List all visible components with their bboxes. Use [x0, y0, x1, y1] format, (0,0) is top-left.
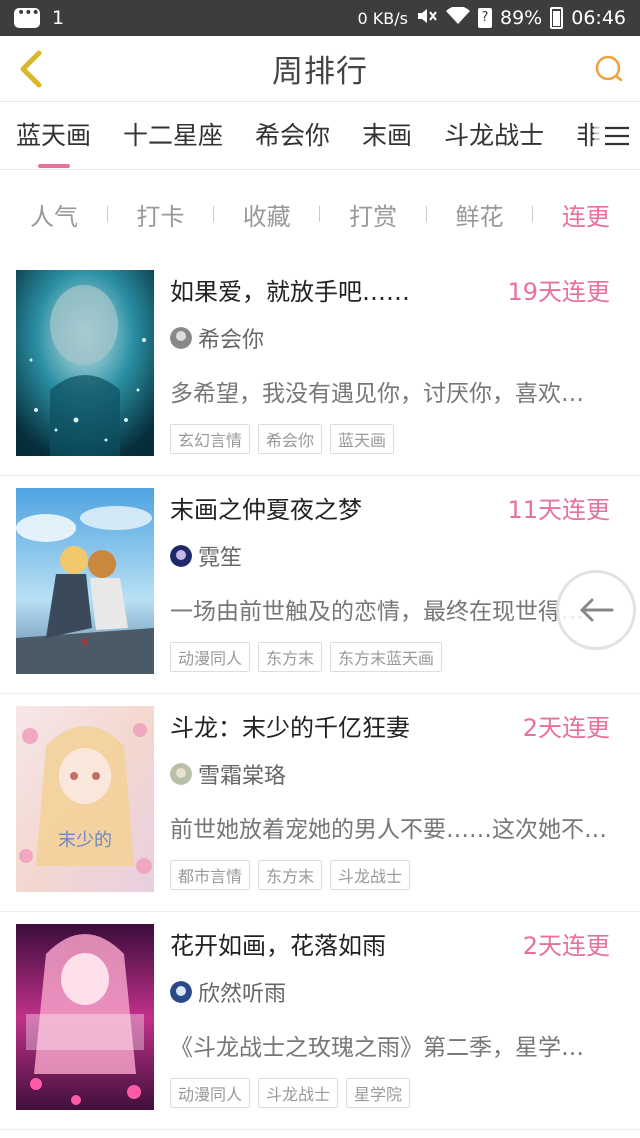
item-title: 如果爱，就放手吧…… — [170, 278, 410, 306]
author[interactable]: 希会你 — [170, 322, 264, 354]
item-title: 末画之仲夏夜之梦 — [170, 496, 362, 524]
chevron-left-icon — [20, 50, 42, 88]
mute-icon — [416, 6, 438, 31]
tag[interactable]: 玄幻言情 — [170, 424, 251, 454]
tag[interactable]: 斗龙战士 — [258, 1078, 339, 1108]
svg-text:末少的: 末少的 — [58, 830, 112, 851]
item-title: 斗龙：末少的千亿狂妻 — [170, 714, 410, 742]
tag[interactable]: 希会你 — [258, 424, 323, 454]
divider — [532, 206, 534, 222]
list-item[interactable]: 如果爱，就放手吧…… 19天连更 希会你 多希望，我没有遇见你，讨厌你，喜欢… … — [0, 258, 640, 476]
list-item[interactable]: 花开如画，花落如雨 2天连更 欣然听雨 《斗龙战士之玫瑰之雨》第二季，星学… 动… — [0, 912, 640, 1130]
tag[interactable]: 动漫同人 — [170, 642, 251, 672]
back-button[interactable] — [10, 48, 52, 90]
search-icon — [595, 55, 623, 82]
tag[interactable]: 蓝天画 — [330, 424, 395, 454]
tab-category-4[interactable]: 斗龙战士 — [428, 102, 560, 169]
tag-list: 动漫同人 东方末 东方末蓝天画 — [170, 642, 443, 672]
category-menu-button[interactable] — [594, 102, 640, 169]
tab-category-1[interactable]: 十二星座 — [107, 102, 239, 169]
tag[interactable]: 东方末 — [258, 860, 323, 890]
cover-image: ⚡ — [16, 488, 154, 674]
cover-image: 末少的 — [16, 706, 154, 892]
tag[interactable]: 斗龙战士 — [330, 860, 411, 890]
menu-icon — [605, 126, 629, 146]
sort-bar: 人气 打卡 收藏 打赏 鲜花 连更 — [0, 170, 640, 258]
sort-option-streak[interactable]: 连更 — [562, 197, 610, 232]
battery-icon — [550, 7, 564, 29]
tab-category-0[interactable]: 蓝天画 — [0, 102, 107, 169]
notification-count: 1 — [52, 7, 65, 29]
cover-image — [16, 270, 154, 456]
list-item[interactable]: 末少的 斗龙：末少的千亿狂妻 2天连更 雪霜棠珞 前世她放着宠她的男人不要……这… — [0, 694, 640, 912]
tag[interactable]: 东方末 — [258, 642, 323, 672]
page-title: 周排行 — [272, 54, 368, 90]
list-item[interactable]: ⚡ 末画之仲夏夜之梦 11天连更 霓笙 一场由前世触及的恋情，最终在现世得… 动… — [0, 476, 640, 694]
tag[interactable]: 动漫同人 — [170, 1078, 251, 1108]
avatar — [170, 545, 192, 567]
author-name: 欣然听雨 — [198, 982, 287, 1007]
sort-option-popularity[interactable]: 人气 — [30, 197, 78, 232]
ranking-list: 如果爱，就放手吧…… 19天连更 希会你 多希望，我没有遇见你，讨厌你，喜欢… … — [0, 258, 640, 1130]
sort-option-favorites[interactable]: 收藏 — [243, 197, 291, 232]
tag-list: 动漫同人 斗龙战士 星学院 — [170, 1078, 411, 1108]
divider — [319, 206, 321, 222]
author-name: 雪霜棠珞 — [198, 764, 287, 789]
arrow-left-icon — [580, 598, 614, 622]
divider — [213, 206, 215, 222]
sort-option-flowers[interactable]: 鲜花 — [456, 197, 504, 232]
tab-category-3[interactable]: 末画 — [346, 102, 428, 169]
divider — [425, 206, 427, 222]
network-speed: 0 KB/s — [357, 8, 408, 28]
floating-back-button[interactable] — [556, 570, 636, 650]
wifi-icon — [446, 5, 470, 30]
tag[interactable]: 东方末蓝天画 — [330, 642, 443, 672]
clock: 06:46 — [571, 7, 626, 29]
tag-list: 玄幻言情 希会你 蓝天画 — [170, 424, 395, 454]
category-tabs: 蓝天画 十二星座 希会你 末画 斗龙战士 非 — [0, 102, 640, 170]
cover-image — [16, 924, 154, 1110]
item-description: 前世她放着宠她的男人不要……这次她不… — [170, 817, 607, 843]
author-name: 希会你 — [198, 328, 265, 353]
tag[interactable]: 都市言情 — [170, 860, 251, 890]
tag-list: 都市言情 东方末 斗龙战士 — [170, 860, 411, 890]
item-description: 多希望，我没有遇见你，讨厌你，喜欢… — [170, 381, 584, 407]
author-name: 霓笙 — [198, 546, 243, 571]
avatar — [170, 981, 192, 1003]
title-bar: 周排行 — [0, 36, 640, 102]
divider — [106, 206, 108, 222]
search-button[interactable] — [588, 48, 630, 90]
svg-text:⚡: ⚡ — [79, 633, 90, 652]
item-description: 一场由前世触及的恋情，最终在现世得… — [170, 599, 584, 625]
sim-icon: ? — [478, 8, 492, 28]
avatar — [170, 763, 192, 785]
item-description: 《斗龙战士之玫瑰之雨》第二季，星学… — [170, 1035, 584, 1061]
streak-badge: 2天连更 — [522, 714, 610, 742]
message-icon — [14, 5, 40, 28]
battery-percent: 89% — [500, 7, 543, 29]
streak-badge: 2天连更 — [522, 932, 610, 960]
author[interactable]: 雪霜棠珞 — [170, 758, 286, 790]
streak-badge: 19天连更 — [507, 278, 610, 306]
sort-option-checkin[interactable]: 打卡 — [136, 197, 184, 232]
author[interactable]: 霓笙 — [170, 540, 242, 572]
author[interactable]: 欣然听雨 — [170, 976, 286, 1008]
sort-option-rewards[interactable]: 打赏 — [349, 197, 397, 232]
item-title: 花开如画，花落如雨 — [170, 932, 386, 960]
tab-category-2[interactable]: 希会你 — [239, 102, 346, 169]
status-bar: 1 0 KB/s ? 89% 06:46 — [0, 0, 640, 36]
avatar — [170, 327, 192, 349]
tag[interactable]: 星学院 — [346, 1078, 411, 1108]
streak-badge: 11天连更 — [507, 496, 610, 524]
